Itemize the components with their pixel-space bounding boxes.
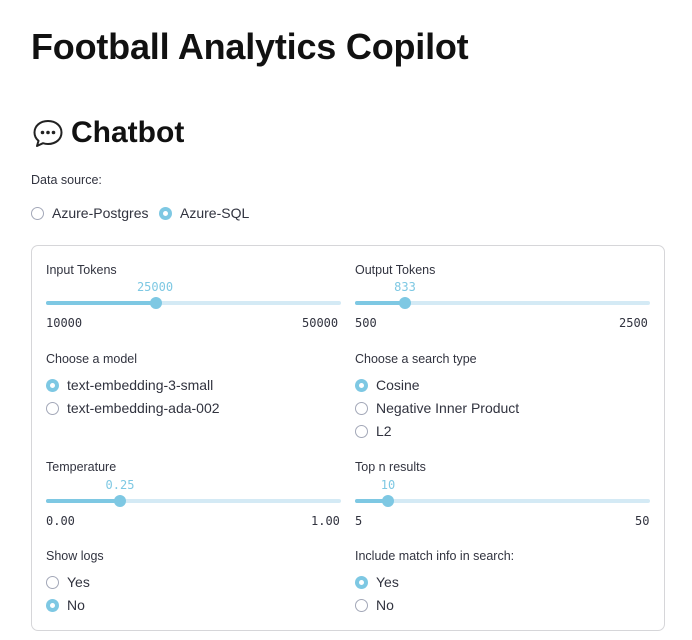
output-tokens-slider-fill: [355, 301, 405, 305]
radio-label: Yes: [376, 574, 399, 590]
radio-unchecked-icon: [355, 424, 368, 438]
show-logs-option-yes[interactable]: Yes: [46, 574, 90, 590]
radio-label: Azure-SQL: [180, 205, 250, 221]
radio-label: No: [67, 597, 85, 613]
output-tokens-value: 833: [394, 280, 416, 294]
input-tokens-min: 10000: [46, 316, 83, 330]
section-title-text: Chatbot: [71, 116, 185, 149]
top-n-label: Top n results: [355, 460, 426, 474]
radio-checked-icon: [46, 598, 59, 612]
radio-label: Yes: [67, 574, 90, 590]
radio-label: text-embedding-ada-002: [67, 400, 220, 416]
temperature-slider-thumb[interactable]: [114, 495, 126, 507]
include-match-info-option-no[interactable]: No: [355, 597, 394, 613]
input-tokens-max: 50000: [302, 316, 339, 330]
radio-label: L2: [376, 423, 392, 439]
radio-unchecked-icon: [46, 401, 59, 415]
temperature-value: 0.25: [105, 478, 135, 492]
temperature-label: Temperature: [46, 460, 117, 474]
input-tokens-label: Input Tokens: [46, 263, 117, 277]
temperature-slider-fill: [46, 499, 120, 503]
top-n-max: 50: [635, 514, 650, 528]
radio-checked-icon: [46, 378, 59, 392]
radio-checked-icon: [355, 575, 368, 589]
output-tokens-slider-thumb[interactable]: [399, 297, 411, 309]
show-logs-option-no[interactable]: No: [46, 597, 85, 613]
temperature-max: 1.00: [311, 514, 340, 528]
radio-unchecked-icon: [31, 206, 44, 220]
radio-unchecked-icon: [355, 598, 368, 612]
radio-unchecked-icon: [46, 575, 59, 589]
settings-panel: Input Tokens 25000 10000 50000 Output To…: [31, 245, 665, 631]
radio-label: Cosine: [376, 377, 420, 393]
model-label: Choose a model: [46, 352, 138, 366]
model-option-text-embedding-3-small[interactable]: text-embedding-3-small: [46, 377, 213, 393]
top-n-slider-thumb[interactable]: [382, 495, 394, 507]
include-match-info-label: Include match info in search:: [355, 549, 515, 563]
radio-unchecked-icon: [355, 401, 368, 415]
search-type-option-negative-inner-product[interactable]: Negative Inner Product: [355, 400, 519, 416]
output-tokens-min: 500: [355, 316, 377, 330]
radio-label: Azure-Postgres: [52, 205, 149, 221]
temperature-min: 0.00: [46, 514, 75, 528]
include-match-info-option-yes[interactable]: Yes: [355, 574, 399, 590]
temperature-slider[interactable]: [46, 495, 341, 507]
search-type-option-l2[interactable]: L2: [355, 423, 392, 439]
input-tokens-slider-fill: [46, 301, 156, 305]
top-n-min: 5: [355, 514, 363, 528]
output-tokens-label: Output Tokens: [355, 263, 436, 277]
input-tokens-value: 25000: [136, 280, 174, 294]
input-tokens-slider-thumb[interactable]: [150, 297, 162, 309]
show-logs-label: Show logs: [46, 549, 104, 563]
app-page: Football Analytics Copilot Chatbot Data …: [0, 0, 692, 640]
model-option-text-embedding-ada-002[interactable]: text-embedding-ada-002: [46, 400, 220, 416]
data-source-label: Data source:: [31, 173, 102, 187]
output-tokens-slider[interactable]: [355, 297, 650, 309]
radio-label: Negative Inner Product: [376, 400, 520, 416]
radio-label: text-embedding-3-small: [67, 377, 214, 393]
input-tokens-slider[interactable]: [46, 297, 341, 309]
search-type-option-cosine[interactable]: Cosine: [355, 377, 420, 393]
output-tokens-max: 2500: [619, 316, 648, 330]
app-title: Football Analytics Copilot: [31, 26, 469, 67]
speech-bubble-icon: [31, 116, 65, 150]
search-type-label: Choose a search type: [355, 352, 477, 366]
top-n-value: 10: [380, 478, 396, 492]
top-n-slider[interactable]: [355, 495, 650, 507]
data-source-option-azure-postgres[interactable]: Azure-Postgres: [31, 205, 148, 221]
radio-checked-icon: [159, 206, 172, 220]
radio-checked-icon: [355, 378, 368, 392]
radio-label: No: [376, 597, 394, 613]
section-title: Chatbot: [31, 116, 184, 150]
data-source-option-azure-sql[interactable]: Azure-SQL: [159, 205, 249, 221]
